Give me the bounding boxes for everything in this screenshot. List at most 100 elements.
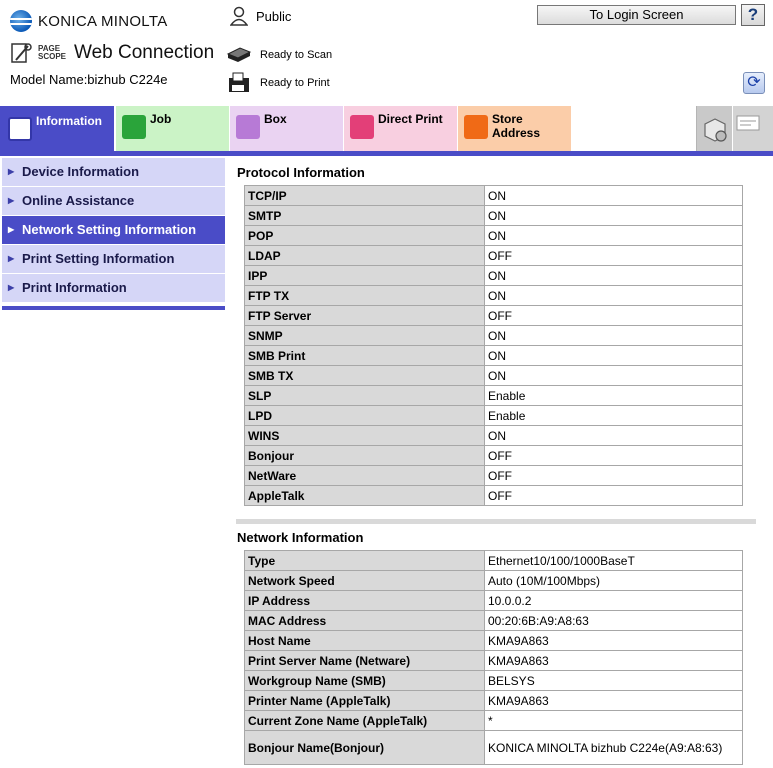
table-row: IP Address 10.0.0.2 <box>244 590 743 611</box>
table-row: Printer Name (AppleTalk) KMA9A863 <box>244 690 743 711</box>
table-row: Bonjour OFF <box>244 445 743 466</box>
table-row: Current Zone Name (AppleTalk) * <box>244 710 743 731</box>
row-value: ON <box>484 365 743 386</box>
network-table: Type Ethernet10/100/1000BaseT Network Spee… <box>244 550 743 765</box>
sidebar-item-print-setting-information[interactable]: Print Setting Information <box>2 245 225 273</box>
table-row: SMB TX ON <box>244 365 743 386</box>
protocol-table: TCP/IP ON SMTP ON POP ON LDAP OFF IPP ON FTP TX ON F… <box>244 185 743 506</box>
table-row: Network Speed Auto (10M/100Mbps) <box>244 570 743 591</box>
user-indicator: Public <box>230 6 291 26</box>
row-label: SMB Print <box>244 345 485 366</box>
tab-label: Job <box>150 112 172 126</box>
row-label: IP Address <box>244 590 485 611</box>
row-label: FTP Server <box>244 305 485 326</box>
row-label: NetWare <box>244 465 485 486</box>
table-row: Bonjour Name(Bonjour) KONICA MINOLTA bizh… <box>244 730 743 765</box>
table-row: Print Server Name (Netware) KMA9A863 <box>244 650 743 671</box>
tab-underline <box>0 151 773 156</box>
table-row: AppleTalk OFF <box>244 485 743 506</box>
row-label: Print Server Name (Netware) <box>244 650 485 671</box>
konica-minolta-logo: KONICA MINOLTA <box>10 10 168 32</box>
box-tab-icon <box>236 115 260 139</box>
row-value: ON <box>484 205 743 226</box>
information-tab-icon <box>8 117 32 141</box>
row-label: IPP <box>244 265 485 286</box>
tab-store-address[interactable]: Store Address <box>458 106 571 151</box>
table-row: IPP ON <box>244 265 743 286</box>
tab-tools[interactable] <box>733 106 773 151</box>
sidebar-item-device-information[interactable]: Device Information <box>2 158 225 186</box>
row-label: Workgroup Name (SMB) <box>244 670 485 691</box>
row-label: SMB TX <box>244 365 485 386</box>
sidebar-item-network-setting-information[interactable]: Network Setting Information <box>2 216 225 244</box>
row-value: * <box>484 710 743 731</box>
print-status-text: Ready to Print <box>260 77 330 89</box>
header: KONICA MINOLTA PAGE SCOPE Web Connection… <box>0 0 773 106</box>
pagescope-bottom: SCOPE <box>38 52 67 61</box>
row-value: KONICA MINOLTA bizhub C224e(A9:A8:63) <box>484 730 743 765</box>
row-value: OFF <box>484 485 743 506</box>
row-value: BELSYS <box>484 670 743 691</box>
table-row: Type Ethernet10/100/1000BaseT <box>244 550 743 571</box>
row-value: ON <box>484 345 743 366</box>
row-value: Enable <box>484 385 743 406</box>
row-label: Current Zone Name (AppleTalk) <box>244 710 485 731</box>
table-row: SMTP ON <box>244 205 743 226</box>
pagescope-logo: PAGE SCOPE Web Connection <box>10 42 214 64</box>
row-label: Host Name <box>244 630 485 651</box>
print-status: Ready to Print <box>226 72 330 94</box>
row-label: LPD <box>244 405 485 426</box>
table-row: Workgroup Name (SMB) BELSYS <box>244 670 743 691</box>
scanner-icon <box>226 47 252 62</box>
row-label: WINS <box>244 425 485 446</box>
scan-status: Ready to Scan <box>226 46 332 64</box>
user-name: Public <box>256 8 292 24</box>
row-label: AppleTalk <box>244 485 485 506</box>
tab-utility[interactable] <box>696 106 732 151</box>
table-row: TCP/IP ON <box>244 185 743 206</box>
table-row: WINS ON <box>244 425 743 446</box>
section-separator <box>236 519 756 524</box>
table-row: POP ON <box>244 225 743 246</box>
pagescope-wordmark: PAGE SCOPE <box>38 45 66 61</box>
row-label: LDAP <box>244 245 485 266</box>
main-tabs: Information Job Box Direct Print Store A… <box>0 106 773 151</box>
tab-label: Box <box>264 112 287 126</box>
model-name: Model Name:bizhub C224e <box>10 72 168 87</box>
store-address-tab-icon <box>464 115 488 139</box>
tab-information[interactable]: Information <box>0 106 114 151</box>
tab-direct-print[interactable]: Direct Print <box>344 106 457 151</box>
help-button[interactable]: ? <box>741 4 765 26</box>
sidebar: Device Information Online Assistance Net… <box>2 158 225 310</box>
sidebar-item-print-information[interactable]: Print Information <box>2 274 225 302</box>
row-label: SMTP <box>244 205 485 226</box>
row-value: OFF <box>484 305 743 326</box>
table-row: MAC Address 00:20:6B:A9:A8:63 <box>244 610 743 631</box>
row-label: Type <box>244 550 485 571</box>
tab-label: Direct Print <box>378 112 443 126</box>
row-label: SNMP <box>244 325 485 346</box>
row-label: Printer Name (AppleTalk) <box>244 690 485 711</box>
table-row: FTP Server OFF <box>244 305 743 326</box>
row-value: Auto (10M/100Mbps) <box>484 570 743 591</box>
printer-icon <box>229 72 249 92</box>
refresh-icon[interactable]: ⟳ <box>743 72 765 94</box>
row-label: Network Speed <box>244 570 485 591</box>
row-label: POP <box>244 225 485 246</box>
row-value: OFF <box>484 245 743 266</box>
panel-icon <box>736 115 760 131</box>
row-label: MAC Address <box>244 610 485 631</box>
row-value: ON <box>484 265 743 286</box>
sidebar-item-online-assistance[interactable]: Online Assistance <box>2 187 225 215</box>
tab-label: Store Address <box>492 112 541 140</box>
tab-job[interactable]: Job <box>116 106 229 151</box>
sidebar-divider <box>2 306 225 310</box>
row-label: SLP <box>244 385 485 406</box>
tab-box[interactable]: Box <box>230 106 343 151</box>
row-value: 10.0.0.2 <box>484 590 743 611</box>
login-screen-button[interactable]: To Login Screen <box>537 5 736 25</box>
row-value: ON <box>484 225 743 246</box>
row-value: Enable <box>484 405 743 426</box>
row-value: OFF <box>484 445 743 466</box>
row-value: ON <box>484 185 743 206</box>
